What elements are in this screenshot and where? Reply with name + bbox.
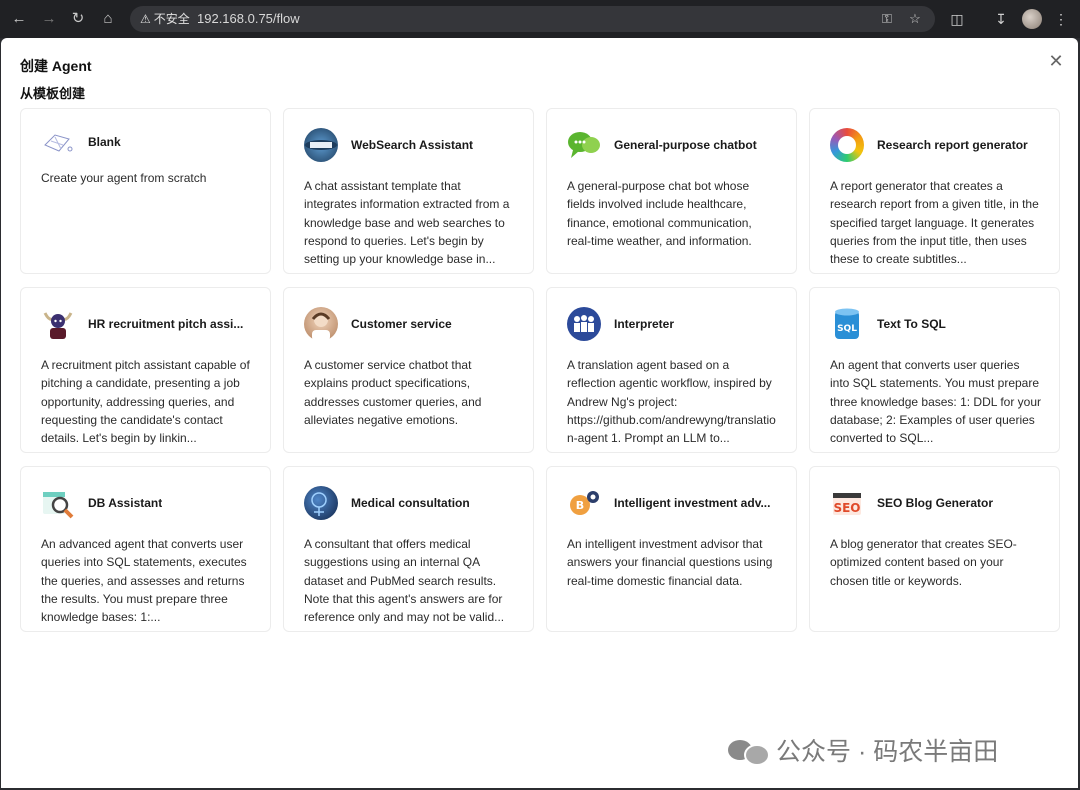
profile-avatar[interactable] [1022,9,1042,29]
section-title: 从模板创建 [20,86,86,101]
template-grid: Blank Create your agent from scratch Web… [20,108,1060,632]
template-card-db-assistant[interactable]: DB Assistant An advanced agent that conv… [20,466,271,632]
chat-bubbles-icon [567,128,601,162]
template-card-websearch[interactable]: WebSearch Assistant A chat assistant tem… [283,108,534,274]
close-icon[interactable]: ✕ [1047,52,1065,70]
card-title: Text To SQL [877,317,946,331]
create-agent-dialog: 创建 Agent 从模板创建 ✕ Blank Create your agent… [1,38,1078,788]
color-wheel-icon [830,128,864,162]
card-description: A report generator that creates a resear… [830,179,1039,267]
menu-icon[interactable]: ⋮ [1050,8,1072,30]
agent-avatar-icon [304,307,338,341]
template-card-research-report[interactable]: Research report generator A report gener… [809,108,1060,274]
card-title: Medical consultation [351,496,470,510]
card-description: An intelligent investment advisor that a… [567,537,773,588]
bookmark-star-icon[interactable]: ☆ [906,10,924,28]
card-description: Create your agent from scratch [41,171,207,185]
bitcoin-icon: B [567,486,601,520]
extensions-icon[interactable]: ◫ [946,8,968,30]
browser-toolbar: ← → ↻ ⌂ ⚠ 不安全 192.168.0.75/flow ⚿ ☆ ◫ ↧ … [0,0,1080,38]
sql-database-icon: SQL [830,307,864,341]
security-chip[interactable]: ⚠ 不安全 [138,11,196,27]
template-card-interpreter[interactable]: Interpreter A translation agent based on… [546,287,797,453]
template-card-text-to-sql[interactable]: SQL Text To SQL An agent that converts u… [809,287,1060,453]
medical-icon [304,486,338,520]
reload-icon[interactable]: ↻ [67,8,89,30]
card-title: General-purpose chatbot [614,138,757,152]
forward-icon[interactable]: → [38,8,60,30]
watermark-text: 公众号 · 码农半亩田 [776,738,999,766]
card-description: A blog generator that creates SEO-optimi… [830,537,1017,588]
card-description: A chat assistant template that integrate… [304,179,510,267]
svg-text:SQL: SQL [837,324,857,334]
card-description: An advanced agent that converts user que… [41,537,247,625]
template-card-medical[interactable]: Medical consultation A consultant that o… [283,466,534,632]
home-icon[interactable]: ⌂ [97,8,119,30]
warning-icon: ⚠ [140,12,151,26]
template-card-chatbot[interactable]: General-purpose chatbot A general-purpos… [546,108,797,274]
password-key-icon[interactable]: ⚿ [878,10,896,28]
card-title: DB Assistant [88,496,163,510]
template-card-hr-recruitment[interactable]: HR recruitment pitch assi... A recruitme… [20,287,271,453]
card-description: A translation agent based on a reflectio… [567,358,776,446]
card-title: Customer service [351,317,452,331]
url-text[interactable]: 192.168.0.75/flow [197,10,300,28]
svg-text:B: B [576,499,584,512]
card-title: Blank [88,135,121,149]
card-description: A general-purpose chat bot whose fields … [567,179,752,248]
card-title: Interpreter [614,317,675,331]
wechat-icon [728,736,770,766]
card-description: A consultant that offers medical suggest… [304,537,505,625]
viking-avatar-icon [41,307,75,341]
security-label: 不安全 [153,12,190,26]
download-icon[interactable]: ↧ [990,8,1012,30]
blank-icon [41,125,75,159]
globe-icon [304,128,338,162]
card-title: Research report generator [877,138,1028,152]
template-card-seo-blog[interactable]: SEO SEO Blog Generator A blog generator … [809,466,1060,632]
svg-text:SEO: SEO [833,501,860,515]
card-title: Intelligent investment adv... [614,496,771,510]
dialog-title: 创建 Agent [20,58,92,74]
template-card-blank[interactable]: Blank Create your agent from scratch [20,108,271,274]
card-title: HR recruitment pitch assi... [88,317,244,331]
seo-icon: SEO [830,486,864,520]
back-icon[interactable]: ← [8,8,30,30]
people-icon [567,307,601,341]
magnifier-icon [41,486,75,520]
card-description: A customer service chatbot that explains… [304,358,482,427]
template-card-investment[interactable]: B Intelligent investment adv... An intel… [546,466,797,632]
template-card-customer-service[interactable]: Customer service A customer service chat… [283,287,534,453]
card-description: A recruitment pitch assistant capable of… [41,358,250,446]
card-title: SEO Blog Generator [877,496,994,510]
address-bar[interactable]: ⚠ 不安全 192.168.0.75/flow ⚿ ☆ [130,6,935,32]
card-description: An agent that converts user queries into… [830,358,1041,446]
watermark: 公众号 · 码农半亩田 [728,732,998,768]
card-title: WebSearch Assistant [351,138,474,152]
